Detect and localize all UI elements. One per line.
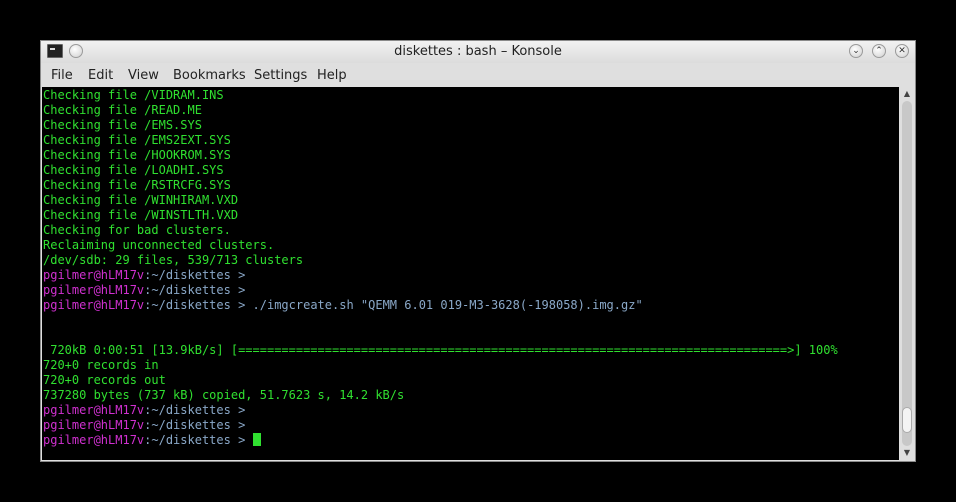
- prompt-line: pgilmer@hLM17v:~/diskettes >: [43, 403, 245, 418]
- output-line: 720+0 records out: [43, 373, 166, 387]
- output-line: Reclaiming unconnected clusters.: [43, 238, 275, 252]
- minimize-icon[interactable]: ⌄: [849, 44, 863, 58]
- menu-edit[interactable]: Edit: [88, 68, 113, 83]
- prompt-user: pgilmer@hLM17v: [43, 403, 145, 417]
- prompt-path: :~/diskettes >: [144, 298, 246, 312]
- terminal-output[interactable]: Checking file /VIDRAM.INS Checking file /…: [42, 87, 899, 460]
- close-icon[interactable]: ✕: [895, 44, 909, 58]
- command-text: ./imgcreate.sh "QEMM 6.01 019-M3-3628(-1…: [245, 298, 643, 312]
- scroll-track[interactable]: [902, 101, 912, 446]
- output-line: Checking file /EMS.SYS: [43, 118, 202, 132]
- output-line: Checking file /EMS2EXT.SYS: [43, 133, 231, 147]
- scroll-down-icon[interactable]: ▼: [901, 447, 913, 459]
- prompt-user: pgilmer@hLM17v: [43, 298, 145, 312]
- output-line: Checking file /RSTRCFG.SYS: [43, 178, 231, 192]
- menu-view[interactable]: View: [128, 68, 159, 83]
- prompt-line: pgilmer@hLM17v:~/diskettes >: [43, 283, 245, 298]
- prompt-line: pgilmer@hLM17v:~/diskettes >: [43, 418, 245, 433]
- prompt-path: :~/diskettes >: [144, 283, 246, 297]
- prompt-user: pgilmer@hLM17v: [43, 268, 145, 282]
- text-cursor: [252, 433, 261, 446]
- konsole-window: diskettes : bash – Konsole ⌄ ⌃ ✕ File Ed…: [40, 40, 916, 462]
- output-line: 720kB 0:00:51 [13.9kB/s] [==============…: [43, 343, 838, 357]
- prompt-line: pgilmer@hLM17v:~/diskettes >: [43, 268, 245, 283]
- scroll-thumb[interactable]: [902, 407, 912, 433]
- menu-help[interactable]: Help: [317, 68, 347, 83]
- prompt-line: pgilmer@hLM17v:~/diskettes > ./imgcreate…: [43, 298, 643, 313]
- window-title: diskettes : bash – Konsole: [394, 44, 562, 59]
- prompt-user: pgilmer@hLM17v: [43, 433, 145, 447]
- maximize-icon[interactable]: ⌃: [872, 44, 886, 58]
- output-line: Checking file /READ.ME: [43, 103, 202, 117]
- prompt-user: pgilmer@hLM17v: [43, 418, 145, 432]
- prompt-path: :~/diskettes >: [144, 268, 246, 282]
- output-line: Checking file /HOOKROM.SYS: [43, 148, 231, 162]
- output-line: 737280 bytes (737 kB) copied, 51.7623 s,…: [43, 388, 405, 402]
- output-line: Checking file /LOADHI.SYS: [43, 163, 224, 177]
- menu-bar: File Edit View Bookmarks Settings Help: [41, 65, 915, 87]
- output-line: 720+0 records in: [43, 358, 159, 372]
- prompt-path: :~/diskettes >: [144, 418, 246, 432]
- menu-settings[interactable]: Settings: [254, 68, 307, 83]
- prompt-path: :~/diskettes >: [144, 433, 246, 447]
- prompt-path: :~/diskettes >: [144, 403, 246, 417]
- output-line: Checking file /WINHIRAM.VXD: [43, 193, 239, 207]
- menu-bookmarks[interactable]: Bookmarks: [173, 68, 246, 83]
- output-line: Checking file /VIDRAM.INS: [43, 88, 224, 102]
- output-line: Checking file /WINSTLTH.VXD: [43, 208, 239, 222]
- menu-file[interactable]: File: [51, 68, 73, 83]
- title-bar[interactable]: diskettes : bash – Konsole ⌄ ⌃ ✕: [41, 41, 915, 63]
- vertical-scrollbar[interactable]: ▲ ▼: [900, 87, 914, 460]
- output-line: Checking for bad clusters.: [43, 223, 231, 237]
- prompt-line: pgilmer@hLM17v:~/diskettes >: [43, 433, 261, 448]
- scroll-up-icon[interactable]: ▲: [901, 88, 913, 100]
- command-text: [245, 433, 252, 447]
- output-line: /dev/sdb: 29 files, 539/713 clusters: [43, 253, 304, 267]
- prompt-user: pgilmer@hLM17v: [43, 283, 145, 297]
